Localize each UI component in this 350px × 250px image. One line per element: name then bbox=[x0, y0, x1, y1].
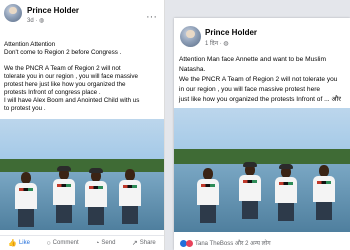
post-text-line: just like how you organized the protests… bbox=[179, 96, 341, 103]
reactions-summary[interactable]: Tana TheBoss और 2 अन्य लोग bbox=[180, 239, 271, 247]
post-time[interactable]: 3d bbox=[27, 18, 34, 24]
post-text-line: Attention Attention bbox=[4, 41, 56, 48]
post-text-line: We the PNCR A Team of Region 2 will not … bbox=[179, 76, 338, 83]
post-text-line: We the PNCR A Team of Region 2 will not bbox=[4, 65, 121, 72]
post-header: Prince Holder 3d · ◍ ··· bbox=[0, 0, 164, 30]
photo-person bbox=[52, 166, 76, 230]
love-reaction-icon bbox=[186, 239, 193, 247]
like-label: Like bbox=[18, 240, 30, 246]
avatar[interactable] bbox=[180, 26, 201, 47]
post-header: Prince Holder 1 दिन · ◍ bbox=[174, 18, 350, 52]
post-actions: 👍 Like ○ Comment ◔ Send ↗ Share bbox=[0, 235, 164, 250]
post-text-line: protests Infront of congress place . bbox=[4, 89, 101, 96]
send-label: Send bbox=[101, 240, 116, 246]
like-button[interactable]: 👍 Like bbox=[8, 240, 30, 247]
comment-icon: ○ bbox=[46, 239, 51, 247]
post-text-line: Attention Man face Annette and want to b… bbox=[179, 56, 326, 63]
reactions-text: Tana TheBoss और 2 अन्य लोग bbox=[195, 241, 271, 247]
post-photo[interactable] bbox=[174, 108, 350, 232]
post-time[interactable]: 1 दिन bbox=[205, 41, 218, 47]
post-text-line: Natasha. bbox=[179, 66, 206, 73]
photo-person bbox=[312, 165, 336, 232]
author-name[interactable]: Prince Holder bbox=[27, 6, 79, 15]
comment-button[interactable]: ○ Comment bbox=[46, 240, 78, 247]
avatar[interactable] bbox=[4, 4, 22, 22]
post-card-right: Prince Holder 1 दिन · ◍ Attention Man fa… bbox=[174, 18, 350, 250]
post-text: Attention Attention Don't come to Region… bbox=[4, 41, 164, 113]
post-photo[interactable] bbox=[0, 119, 164, 230]
comment-label: Comment bbox=[52, 240, 79, 246]
post-meta: 1 दिन · ◍ bbox=[205, 39, 229, 47]
post-text-line: in our region , you will face massive pr… bbox=[179, 86, 321, 93]
photo-person bbox=[118, 169, 142, 230]
send-button[interactable]: ◔ Send bbox=[95, 240, 115, 247]
post-text-line: Don't come to Region 2 before Congress . bbox=[4, 49, 122, 56]
globe-icon: · ◍ bbox=[219, 41, 229, 47]
share-label: Share bbox=[139, 240, 156, 246]
photo-person bbox=[274, 164, 298, 232]
send-icon: ◔ bbox=[95, 239, 100, 247]
like-icon: 👍 bbox=[8, 239, 17, 247]
globe-icon: · ◍ bbox=[35, 18, 45, 24]
author-name[interactable]: Prince Holder bbox=[205, 28, 257, 37]
post-text: Attention Man face Annette and want to b… bbox=[179, 55, 350, 105]
post-text-line: I will have Alex Boom and Anointed Child… bbox=[4, 97, 140, 104]
photo-person bbox=[84, 168, 108, 230]
post-card-left: Prince Holder 3d · ◍ ··· Attention Atten… bbox=[0, 0, 165, 250]
post-text-line: protest here just like how you organized… bbox=[4, 81, 126, 88]
post-text-line bbox=[4, 57, 164, 65]
photo-person bbox=[196, 168, 220, 232]
share-icon: ↗ bbox=[131, 239, 138, 247]
photo-person bbox=[238, 162, 262, 232]
photo-person bbox=[14, 172, 38, 230]
post-text-line: to protest you . bbox=[4, 105, 46, 112]
more-dots-icon[interactable]: ··· bbox=[146, 12, 157, 23]
share-button[interactable]: ↗ Share bbox=[132, 240, 156, 247]
post-meta: 3d · ◍ bbox=[27, 17, 44, 24]
post-text-line: tolerate you in our region , you will fa… bbox=[4, 73, 139, 80]
